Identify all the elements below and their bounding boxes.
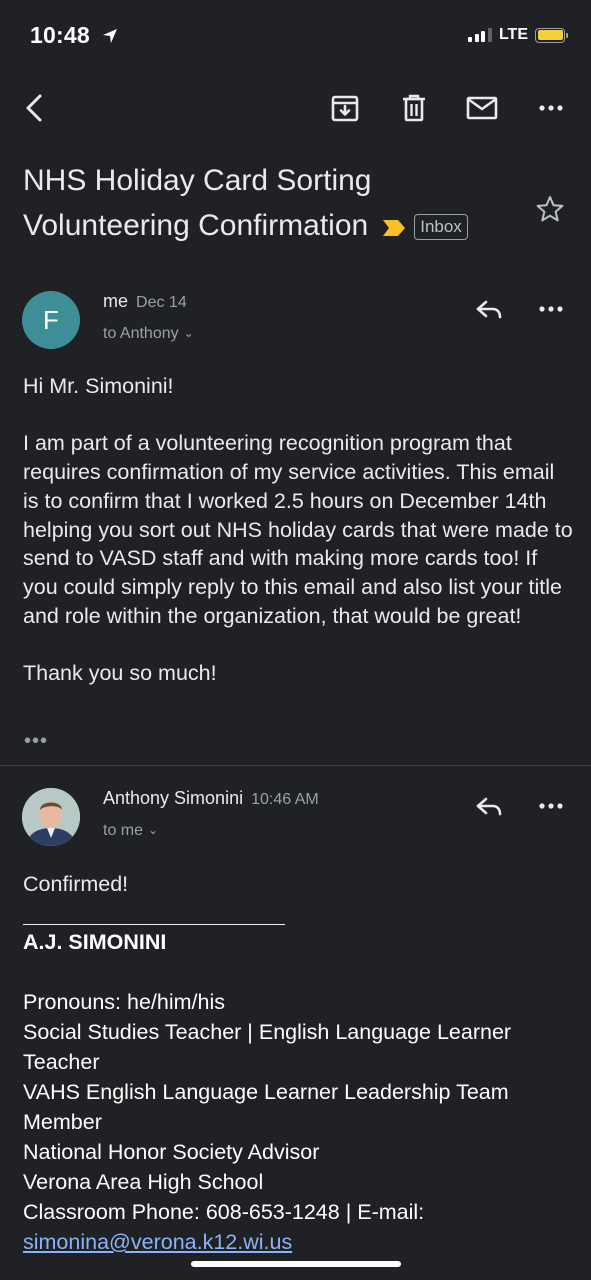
reply-icon[interactable] xyxy=(473,296,505,324)
show-quoted-text-button[interactable]: ••• xyxy=(24,730,48,753)
signature: A.J. SIMONINI Pronouns: he/him/his Socia… xyxy=(23,927,583,1257)
signal-icon xyxy=(468,28,492,42)
recipients-toggle[interactable]: to me ⌄ xyxy=(103,822,158,840)
sender-name: Anthony Simonini xyxy=(103,788,244,808)
mail-icon[interactable] xyxy=(466,92,498,124)
recipients-toggle[interactable]: to Anthony ⌄ xyxy=(103,325,194,343)
signature-name: A.J. SIMONINI xyxy=(23,930,167,954)
sender-avatar-photo[interactable] xyxy=(22,788,80,846)
sender-avatar[interactable]: F xyxy=(22,291,80,349)
signature-rule xyxy=(23,924,285,925)
message-divider xyxy=(0,765,591,766)
chevron-down-icon: ⌄ xyxy=(148,823,159,837)
status-indicators: LTE xyxy=(468,26,568,44)
trash-icon[interactable] xyxy=(398,92,430,124)
signature-title-1: Social Studies Teacher | English Languag… xyxy=(23,1020,512,1074)
email-screen: 10:48 LTE NHS Holiday Card Sorting Volun… xyxy=(0,0,591,1280)
battery-icon xyxy=(535,27,568,43)
sender-name: me xyxy=(103,291,129,311)
message-time: 10:46 AM xyxy=(251,791,319,808)
more-horizontal-icon[interactable] xyxy=(535,92,567,124)
important-marker-icon[interactable] xyxy=(382,205,406,250)
message-more-icon[interactable] xyxy=(535,801,567,811)
status-time: 10:48 xyxy=(30,22,118,50)
star-icon[interactable] xyxy=(535,194,565,229)
signature-title-3: National Honor Society Advisor xyxy=(23,1140,320,1164)
inbox-label-chip[interactable]: Inbox xyxy=(414,214,468,241)
recipients-text: to me xyxy=(103,822,144,839)
reply-icon[interactable] xyxy=(473,793,505,821)
signature-title-2: VAHS English Language Learner Leadership… xyxy=(23,1080,509,1134)
signature-phone: Classroom Phone: 608-653-1248 | E-mail: xyxy=(23,1200,425,1224)
chevron-down-icon: ⌄ xyxy=(183,326,194,340)
home-indicator[interactable] xyxy=(191,1261,401,1267)
subject-text: NHS Holiday Card Sorting Volunteering Co… xyxy=(23,164,372,242)
signature-pronouns: Pronouns: he/him/his xyxy=(23,990,225,1014)
email-subject: NHS Holiday Card Sorting Volunteering Co… xyxy=(23,158,513,250)
message-body: Confirmed! xyxy=(23,872,129,896)
signature-email-link[interactable]: simonina@verona.k12.wi.us xyxy=(23,1227,583,1257)
message-sender[interactable]: me Dec 14 xyxy=(103,291,187,312)
back-arrow-icon[interactable] xyxy=(18,92,50,124)
network-type: LTE xyxy=(498,26,528,43)
message-sender[interactable]: Anthony Simonini 10:46 AM xyxy=(103,788,319,809)
archive-icon[interactable] xyxy=(329,92,361,124)
message-date: Dec 14 xyxy=(136,294,187,311)
location-arrow-icon xyxy=(102,23,118,50)
recipients-text: to Anthony xyxy=(103,325,179,342)
message-more-icon[interactable] xyxy=(535,304,567,314)
signature-school: Verona Area High School xyxy=(23,1170,264,1194)
message-body: Hi Mr. Simonini! I am part of a voluntee… xyxy=(23,374,573,686)
